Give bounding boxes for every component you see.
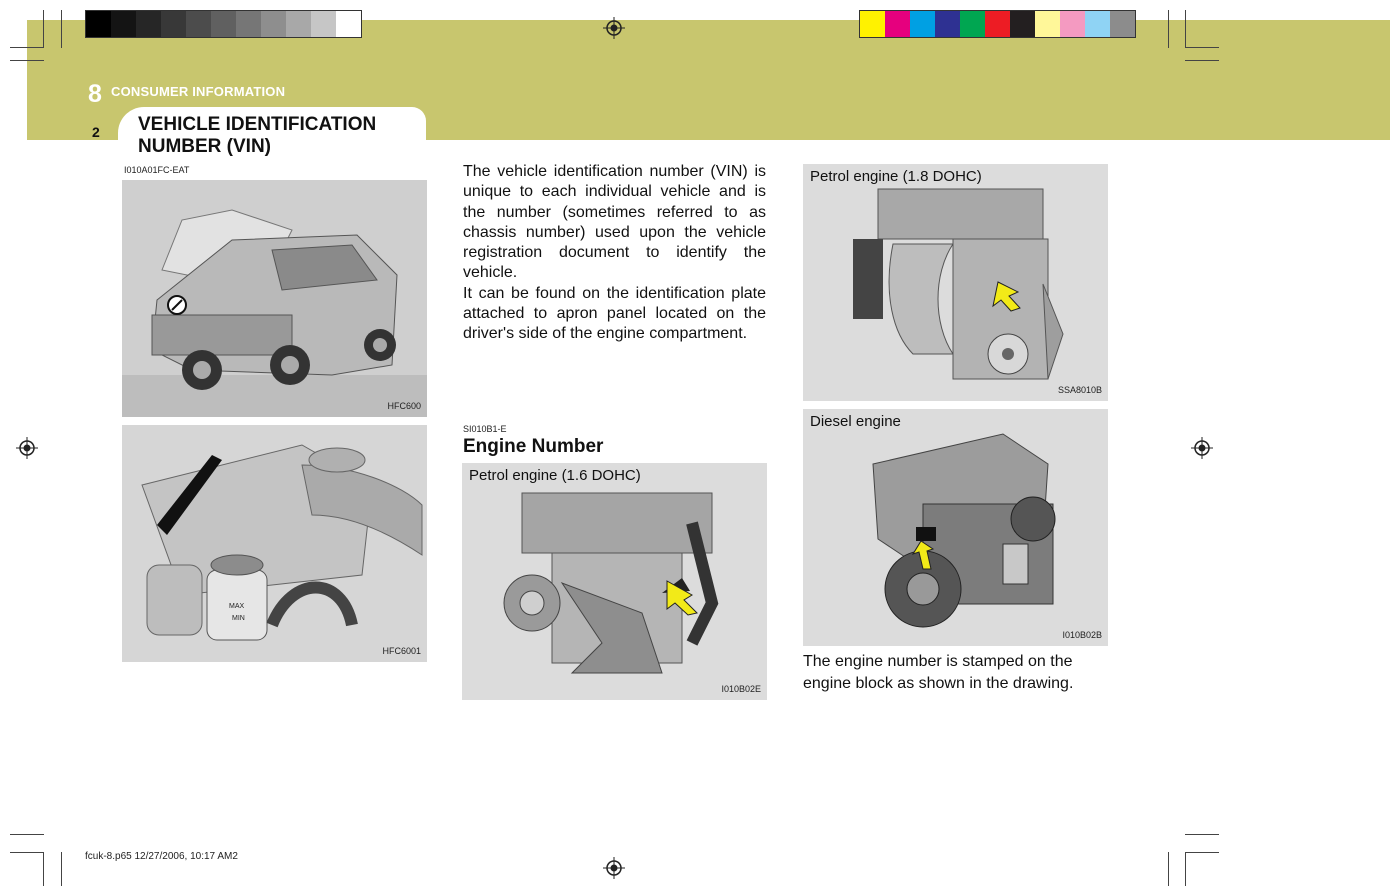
figure-code: I010B02B bbox=[1062, 630, 1102, 640]
vin-description: The vehicle identification number (VIN) … bbox=[463, 162, 766, 345]
process-color-bar bbox=[859, 10, 1136, 38]
figure-caption: Petrol engine (1.8 DOHC) bbox=[810, 168, 982, 185]
section-code: I010A01FC-EAT bbox=[124, 165, 190, 175]
car-illustration bbox=[122, 209, 427, 417]
grayscale-swatch bbox=[261, 11, 286, 37]
grayscale-swatch bbox=[161, 11, 186, 37]
process-swatch bbox=[1110, 11, 1135, 37]
crop-mark bbox=[1185, 852, 1186, 886]
crop-mark bbox=[1185, 60, 1219, 61]
file-info-footer: fcuk-8.p65 12/27/2006, 10:17 AM2 bbox=[85, 851, 238, 862]
grayscale-swatch bbox=[111, 11, 136, 37]
grayscale-swatch bbox=[136, 11, 161, 37]
figure-code: I010B02E bbox=[721, 684, 761, 694]
crop-mark bbox=[61, 852, 62, 886]
crop-mark bbox=[1168, 10, 1169, 48]
crop-mark bbox=[10, 47, 44, 48]
process-swatch bbox=[935, 11, 960, 37]
diesel-engine-illustration bbox=[872, 433, 1056, 628]
grayscale-swatch bbox=[211, 11, 236, 37]
crop-mark bbox=[1185, 834, 1219, 835]
grayscale-swatch bbox=[286, 11, 311, 37]
process-swatch bbox=[1035, 11, 1060, 37]
crop-mark bbox=[1168, 852, 1169, 886]
grayscale-color-bar bbox=[85, 10, 362, 38]
process-swatch bbox=[860, 11, 885, 37]
crop-mark bbox=[10, 852, 44, 853]
crop-mark bbox=[61, 10, 62, 48]
min-label: MIN bbox=[232, 615, 245, 622]
figure-caption: Diesel engine bbox=[810, 413, 901, 430]
car-figure: HFC600 bbox=[122, 180, 427, 417]
chapter-number: 8 bbox=[88, 80, 102, 108]
grayscale-swatch bbox=[236, 11, 261, 37]
registration-target-icon bbox=[603, 17, 625, 39]
process-swatch bbox=[910, 11, 935, 37]
grayscale-swatch bbox=[336, 11, 361, 37]
process-swatch bbox=[1010, 11, 1035, 37]
crop-mark bbox=[10, 60, 44, 61]
crop-mark bbox=[1185, 47, 1219, 48]
section-title-line2: NUMBER (VIN) bbox=[138, 136, 271, 157]
max-label: MAX bbox=[229, 603, 245, 610]
grayscale-swatch bbox=[86, 11, 111, 37]
chapter-title: CONSUMER INFORMATION bbox=[111, 84, 286, 99]
section-title: VEHICLE IDENTIFICATION NUMBER (VIN) bbox=[138, 114, 376, 158]
section-title-line1: VEHICLE IDENTIFICATION bbox=[138, 114, 377, 135]
engine-bay-figure: MAX MIN HFC6001 bbox=[122, 425, 427, 662]
crop-mark bbox=[1185, 852, 1219, 853]
petrol-18-engine-figure: Petrol engine (1.8 DOHC) SSA8010B bbox=[803, 164, 1108, 401]
process-swatch bbox=[885, 11, 910, 37]
page-number: 2 bbox=[92, 124, 100, 140]
vin-paragraph-2: It can be found on the identification pl… bbox=[463, 284, 766, 343]
engine-bay-illustration bbox=[141, 444, 423, 641]
registration-target-icon bbox=[1191, 437, 1213, 459]
figure-caption: Petrol engine (1.6 DOHC) bbox=[469, 467, 641, 484]
petrol-16-engine-figure: Petrol engine (1.6 DOHC) I010B02E bbox=[462, 463, 767, 700]
crop-mark bbox=[1185, 10, 1186, 48]
process-swatch bbox=[985, 11, 1010, 37]
petrol-18-engine-illustration bbox=[853, 188, 1064, 380]
process-swatch bbox=[1060, 11, 1085, 37]
petrol-16-engine-illustration bbox=[503, 492, 719, 674]
figure-code: HFC6001 bbox=[382, 646, 421, 656]
crop-mark bbox=[10, 834, 44, 835]
engine-number-title: Engine Number bbox=[463, 436, 604, 457]
grayscale-swatch bbox=[311, 11, 336, 37]
process-swatch bbox=[960, 11, 985, 37]
figure-code: SSA8010B bbox=[1057, 385, 1102, 395]
engine-section-code: SI010B1-E bbox=[463, 424, 507, 434]
crop-mark bbox=[43, 852, 44, 886]
crop-mark bbox=[43, 10, 44, 48]
engine-number-description: The engine number is stamped on the engi… bbox=[803, 653, 1074, 692]
registration-target-icon bbox=[16, 437, 38, 459]
process-swatch bbox=[1085, 11, 1110, 37]
vin-paragraph-1: The vehicle identification number (VIN) … bbox=[463, 163, 766, 282]
registration-target-icon bbox=[603, 857, 625, 879]
grayscale-swatch bbox=[186, 11, 211, 37]
diesel-engine-figure: Diesel engine I010B02B bbox=[803, 409, 1108, 646]
figure-code: HFC600 bbox=[387, 401, 421, 411]
